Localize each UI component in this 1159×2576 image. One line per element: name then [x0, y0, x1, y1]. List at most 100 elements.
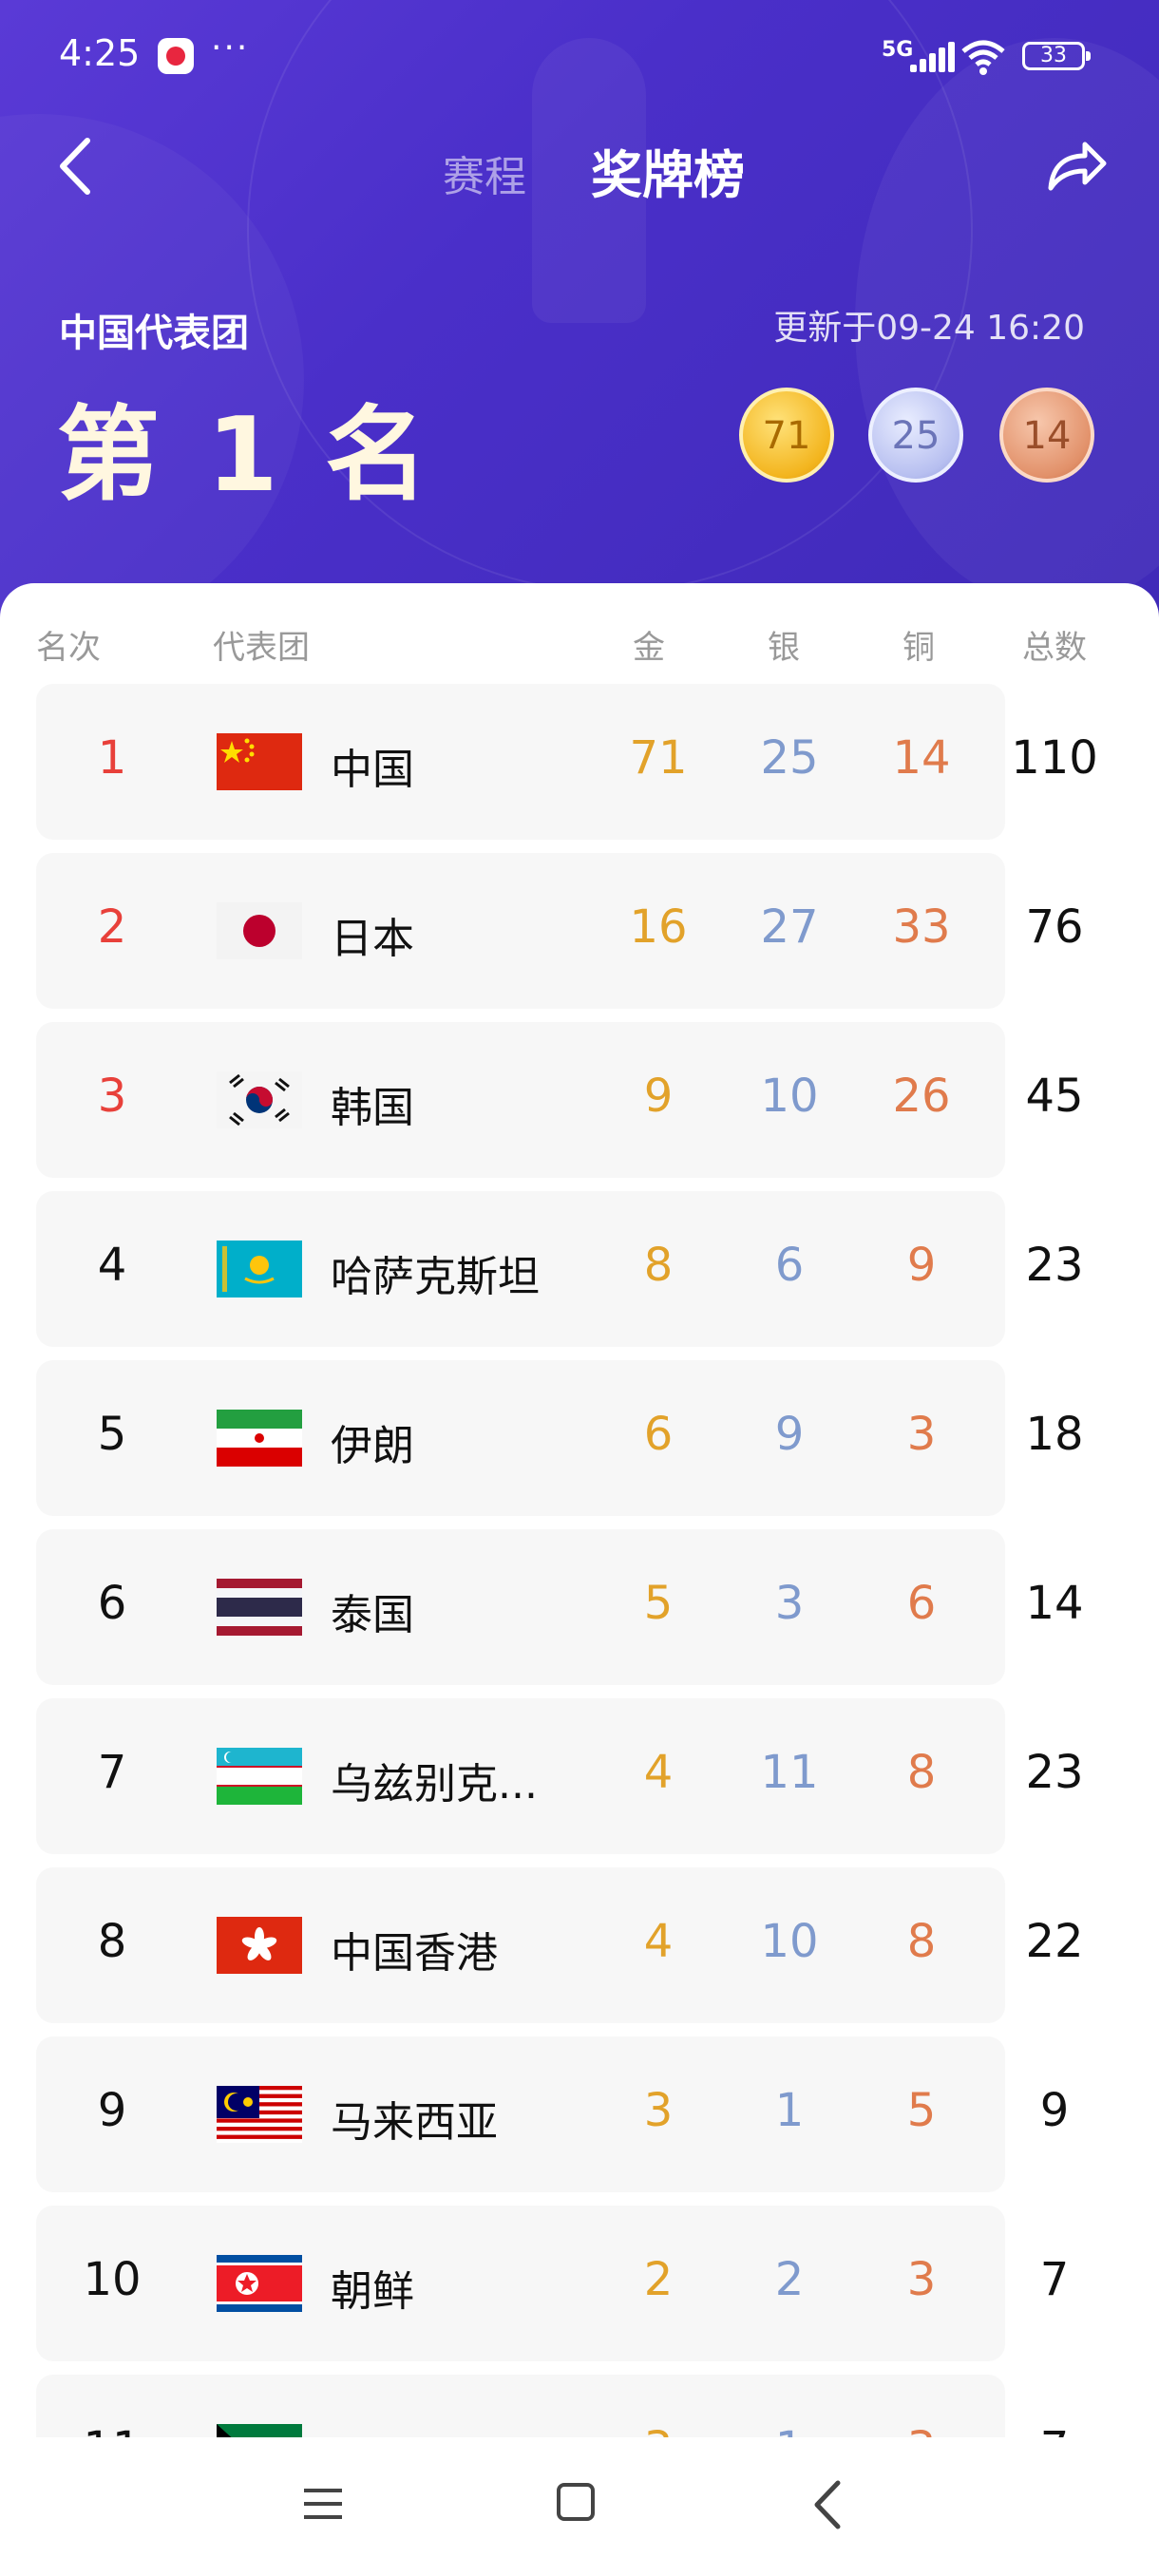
row-team-name: 中国香港 — [331, 1929, 498, 1978]
row-total: 14 — [1025, 1577, 1084, 1630]
silver-medal-count: 25 — [868, 388, 963, 483]
table-row[interactable]: 7 乌兹别克... 4 11 8 23 — [36, 1698, 1084, 1854]
row-total: 45 — [1025, 1070, 1084, 1123]
row-total: 18 — [1025, 1408, 1084, 1461]
header-silver: 银 — [768, 629, 800, 667]
row-total: 76 — [1025, 900, 1084, 954]
row-gold: 5 — [643, 1577, 674, 1630]
back-nav-icon[interactable] — [809, 2479, 847, 2530]
row-total: 7 — [1039, 2253, 1070, 2306]
row-bronze: 9 — [906, 1239, 937, 1292]
row-rank: 10 — [83, 2253, 142, 2306]
table-row[interactable]: 2 日本 16 27 33 76 — [36, 853, 1084, 1009]
uzbekistan-flag — [217, 1748, 302, 1805]
row-team-name: 伊朗 — [331, 1422, 414, 1470]
row-silver: 10 — [760, 1915, 819, 1968]
row-bronze: 8 — [906, 1915, 937, 1968]
table-row[interactable]: 4 哈萨克斯坦 8 6 9 23 — [36, 1191, 1084, 1347]
row-team-name: 乌兹别克... — [331, 1760, 538, 1809]
tab-medal-table[interactable]: 奖牌榜 — [591, 133, 745, 208]
row-total: 23 — [1025, 1239, 1084, 1292]
network-type: 5G — [882, 38, 914, 62]
table-row[interactable]: 9 马来西亚 3 1 5 9 — [36, 2036, 1069, 2192]
share-button[interactable] — [1043, 133, 1110, 199]
table-row[interactable]: 6 泰国 5 3 6 14 — [36, 1529, 1084, 1685]
menu-nav-icon[interactable] — [302, 2485, 344, 2523]
header-gold: 金 — [633, 629, 665, 667]
update-time: 更新于09-24 16:20 — [773, 309, 1085, 348]
row-silver: 2 — [774, 2253, 805, 2306]
korea-flag — [217, 1071, 302, 1128]
row-rank: 8 — [97, 1915, 127, 1968]
row-gold: 6 — [643, 1408, 674, 1461]
malaysia-flag — [217, 2086, 302, 2143]
row-gold: 4 — [643, 1746, 674, 1799]
northkorea-flag — [217, 2255, 302, 2312]
row-gold: 71 — [629, 731, 688, 785]
row-rank: 9 — [97, 2084, 127, 2137]
row-silver: 3 — [774, 1577, 805, 1630]
row-bronze: 33 — [892, 900, 951, 954]
row-bronze: 6 — [906, 1577, 937, 1630]
back-button[interactable] — [53, 135, 99, 198]
table-row[interactable]: 5 伊朗 6 9 3 18 — [36, 1360, 1084, 1516]
table-row[interactable]: 8 中国香港 4 10 8 22 — [36, 1867, 1084, 2023]
app-notification-icon — [158, 38, 194, 74]
row-total: 9 — [1039, 2084, 1070, 2137]
row-rank: 5 — [97, 1408, 127, 1461]
row-team-name: 马来西亚 — [331, 2098, 498, 2147]
hero-banner: 4:25 ··· 5G 33 赛程 奖牌榜 中国代表团 第 1 名 更新于09-… — [0, 0, 1159, 627]
home-nav-icon[interactable] — [557, 2483, 595, 2521]
header-rank: 名次 — [36, 629, 101, 667]
tab-schedule[interactable]: 赛程 — [443, 142, 526, 203]
row-bronze: 26 — [892, 1070, 951, 1123]
row-rank: 4 — [97, 1239, 127, 1292]
row-gold: 8 — [643, 1239, 674, 1292]
row-team-name: 哈萨克斯坦 — [331, 1253, 540, 1301]
system-nav-bar — [0, 2437, 1159, 2576]
signal-icon — [910, 42, 958, 72]
table-row[interactable]: 3 韩国 9 10 26 45 — [36, 1022, 1084, 1178]
row-silver: 6 — [774, 1239, 805, 1292]
row-gold: 16 — [629, 900, 688, 954]
thailand-flag — [217, 1579, 302, 1636]
row-bronze: 14 — [892, 731, 951, 785]
row-rank: 6 — [97, 1577, 127, 1630]
row-gold: 4 — [643, 1915, 674, 1968]
row-team-name: 韩国 — [331, 1084, 414, 1132]
header-bronze: 铜 — [902, 629, 935, 667]
more-notifications-icon: ··· — [211, 28, 250, 67]
row-rank: 1 — [97, 731, 127, 785]
row-team-name: 日本 — [331, 915, 414, 963]
rank-title: 第 1 名 — [57, 396, 434, 515]
iran-flag — [217, 1410, 302, 1467]
row-bronze: 8 — [906, 1746, 937, 1799]
medal-table-card: 名次 代表团 金 银 铜 总数 1 中国 71 25 14 110 2 日本 16 27 33 76 3… — [0, 583, 1159, 2530]
battery-icon: 33 — [1022, 42, 1091, 70]
row-total: 22 — [1025, 1915, 1084, 1968]
team-label: 中国代表团 — [59, 312, 249, 355]
row-total: 110 — [1011, 731, 1098, 785]
row-silver: 27 — [760, 900, 819, 954]
kazakhstan-flag — [217, 1241, 302, 1297]
row-silver: 11 — [760, 1746, 819, 1799]
row-total: 23 — [1025, 1746, 1084, 1799]
row-silver: 25 — [760, 731, 819, 785]
wifi-icon — [960, 38, 1007, 85]
row-gold: 2 — [643, 2253, 674, 2306]
hongkong-flag — [217, 1917, 302, 1974]
row-rank: 3 — [97, 1070, 127, 1123]
row-silver: 10 — [760, 1070, 819, 1123]
table-header: 名次 代表团 金 银 铜 总数 — [0, 621, 1159, 678]
header-total: 总数 — [1022, 629, 1087, 667]
status-bar: 4:25 ··· 5G 33 — [0, 0, 1159, 114]
row-silver: 9 — [774, 1408, 805, 1461]
header-team: 代表团 — [213, 629, 310, 667]
table-row[interactable]: 1 中国 71 25 14 110 — [36, 684, 1098, 840]
row-bronze: 3 — [906, 2253, 937, 2306]
row-bronze: 3 — [906, 1408, 937, 1461]
row-gold: 3 — [643, 2084, 674, 2137]
table-row[interactable]: 10 朝鲜 2 2 3 7 — [36, 2206, 1069, 2361]
japan-flag — [217, 902, 302, 959]
china-flag — [217, 733, 302, 790]
